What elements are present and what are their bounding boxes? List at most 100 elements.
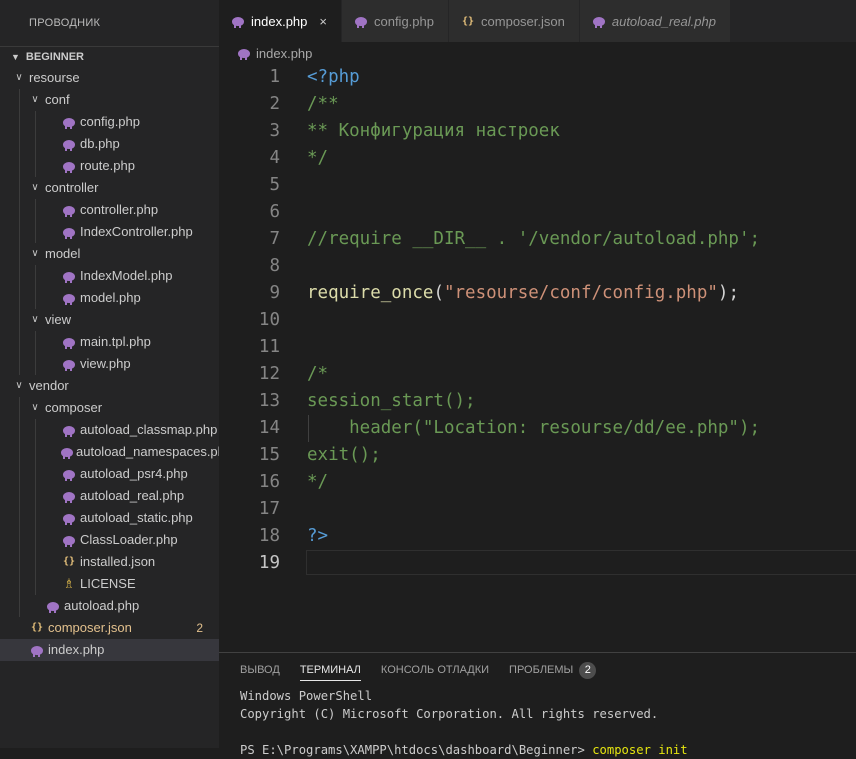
file-item[interactable]: IndexModel.php — [0, 265, 219, 287]
tree-item-label: route.php — [80, 158, 135, 173]
file-item[interactable]: db.php — [0, 133, 219, 155]
php-file-icon — [61, 293, 77, 305]
indent-guide — [35, 441, 36, 463]
folder-item[interactable]: ∨ model — [0, 243, 219, 265]
indent-guide — [35, 221, 36, 243]
line-content: */ — [307, 145, 328, 172]
line-number: 12 — [258, 364, 280, 384]
file-item[interactable]: model.php — [0, 287, 219, 309]
editor-tab[interactable]: index.php × — [219, 0, 342, 42]
panel-tab-label: ВЫВОД — [240, 664, 280, 676]
folder-item[interactable]: ∨ composer — [0, 397, 219, 419]
indent-guide — [19, 419, 20, 441]
php-file-icon — [61, 491, 77, 503]
line-number: 14 — [258, 418, 280, 438]
file-item[interactable]: autoload_psr4.php — [0, 463, 219, 485]
code-line: 1 <?php — [219, 64, 856, 91]
panel-tab[interactable]: ВЫВОД — [240, 653, 280, 687]
code-token: */ — [307, 148, 329, 168]
panel-tab-label: ПРОБЛЕМЫ — [509, 664, 574, 676]
code-line: 14 header("Location: resourse/dd/ee.php"… — [219, 415, 856, 442]
terminal-line: PS E:\Programs\XAMPP\htdocs\dashboard\Be… — [240, 741, 856, 759]
file-item[interactable]: index.php — [0, 639, 219, 661]
folder-item[interactable]: ∨ view — [0, 309, 219, 331]
indent-guide — [35, 331, 36, 353]
indent-guide — [35, 507, 36, 529]
file-item[interactable]: main.tpl.php — [0, 331, 219, 353]
line-number: 9 — [269, 283, 280, 303]
file-item[interactable]: controller.php — [0, 199, 219, 221]
code-token: ( — [433, 283, 444, 303]
code-line: 11 — [219, 334, 856, 361]
php-file-icon — [61, 447, 73, 459]
tree-item-label: autoload_namespaces.php — [76, 444, 219, 459]
panel-tab[interactable]: ПРОБЛЕМЫ 2 — [509, 653, 597, 687]
code-token: require_once — [307, 283, 434, 303]
php-file-icon — [29, 645, 45, 657]
tree-item-label: IndexModel.php — [80, 268, 173, 283]
indent-guide — [35, 155, 36, 177]
license-file-icon: ♗ — [63, 576, 75, 591]
code-line: 12 /* — [219, 361, 856, 388]
chevron-down-icon: ∨ — [15, 72, 23, 83]
tree-item-label: view.php — [80, 356, 131, 371]
file-item[interactable]: autoload.php — [0, 595, 219, 617]
file-item[interactable]: autoload_namespaces.php — [0, 441, 219, 463]
file-item[interactable]: IndexController.php — [0, 221, 219, 243]
indent-guide — [19, 551, 20, 573]
file-item[interactable]: autoload_real.php — [0, 485, 219, 507]
folder-item[interactable]: ∨ conf — [0, 89, 219, 111]
file-item[interactable]: config.php — [0, 111, 219, 133]
panel-tab[interactable]: ТЕРМИНАЛ — [299, 653, 362, 687]
line-number: 13 — [258, 391, 280, 411]
indent-guide — [19, 111, 20, 133]
indent-guide — [35, 265, 36, 287]
line-number: 3 — [269, 121, 280, 141]
breadcrumb-file[interactable]: index.php — [256, 46, 312, 61]
line-content: <?php — [307, 64, 360, 91]
file-item[interactable]: ClassLoader.php — [0, 529, 219, 551]
tree-item-label: controller.php — [80, 202, 159, 217]
close-icon[interactable]: × — [319, 14, 327, 29]
editor-tab[interactable]: {} composer.json — [448, 0, 580, 42]
file-item[interactable]: {} composer.json 2 — [0, 617, 219, 639]
code-token: session_start(); — [307, 391, 476, 411]
file-item[interactable]: view.php — [0, 353, 219, 375]
folder-item[interactable]: ∨ controller — [0, 177, 219, 199]
explorer-sidebar: ПРОВОДНИК ▼ BEGINNER ∨ resourse ∨ conf confi… — [0, 0, 219, 748]
file-item[interactable]: {} installed.json — [0, 551, 219, 573]
editor-tab[interactable]: config.php — [341, 0, 449, 42]
code-editor[interactable]: 1 <?php 2 /** 3 ** Конфигурация настроек 4 */ 5 6… — [219, 64, 856, 652]
file-item[interactable]: autoload_classmap.php — [0, 419, 219, 441]
line-number: 10 — [258, 310, 280, 330]
line-content: ** Конфигурация настроек — [307, 118, 560, 145]
folder-item[interactable]: ∨ resourse — [0, 67, 219, 89]
indent-guide — [35, 287, 36, 309]
terminal-command: composer init — [592, 743, 688, 757]
indent-guide — [19, 133, 20, 155]
php-file-icon — [61, 117, 77, 129]
indent-guide — [19, 441, 20, 463]
panel-tab-label: КОНСОЛЬ ОТЛАДКИ — [380, 664, 490, 676]
file-tree: ∨ resourse ∨ conf config.php db.php route.php ∨… — [0, 67, 219, 661]
indent-guide — [35, 111, 36, 133]
file-item[interactable]: route.php — [0, 155, 219, 177]
panel-tabs: ВЫВОД ТЕРМИНАЛ КОНСОЛЬ ОТЛАДКИ ПРОБЛЕМЫ 2 — [219, 653, 856, 687]
line-number: 5 — [269, 175, 280, 195]
code-line: 13 session_start(); — [219, 388, 856, 415]
code-token: <?php — [307, 67, 360, 87]
code-line: 9 require_once("resourse/conf/config.php"… — [219, 280, 856, 307]
terminal-line: Windows PowerShell — [240, 687, 856, 705]
terminal-prompt: PS E:\Programs\XAMPP\htdocs\dashboard\Be… — [240, 743, 593, 757]
panel-tab[interactable]: КОНСОЛЬ ОТЛАДКИ — [381, 653, 489, 687]
file-item[interactable]: ♗ LICENSE — [0, 573, 219, 595]
indent-guide — [35, 199, 36, 221]
tree-item-label: model — [45, 246, 81, 261]
folder-item[interactable]: ∨ vendor — [0, 375, 219, 397]
indent-guide — [19, 463, 20, 485]
terminal-output[interactable]: Windows PowerShell Copyright (C) Microsof… — [219, 687, 856, 759]
file-item[interactable]: autoload_static.php — [0, 507, 219, 529]
code-line: 19 — [219, 550, 856, 577]
editor-tab[interactable]: autoload_real.php — [579, 0, 731, 42]
explorer-root-folder[interactable]: ▼ BEGINNER — [0, 46, 219, 67]
